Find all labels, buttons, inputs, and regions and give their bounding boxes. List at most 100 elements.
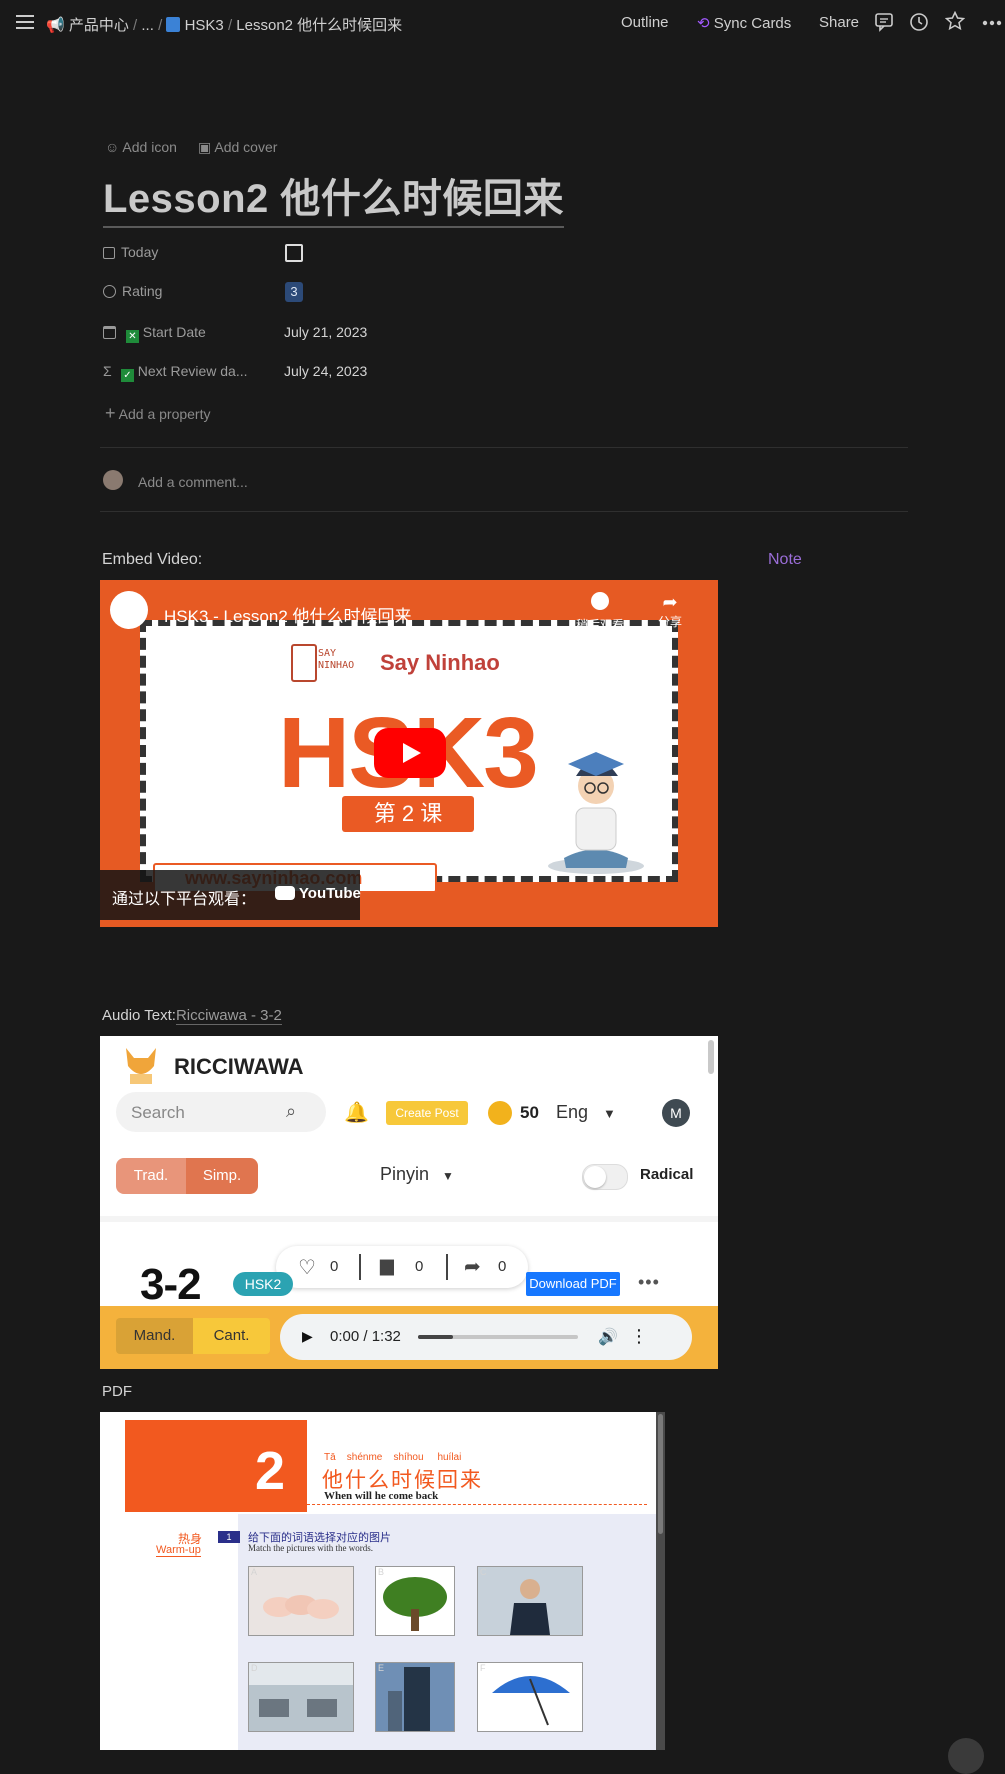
video-title[interactable]: HSK3 - Lesson2 他什么时候回来 <box>164 602 412 627</box>
select-icon <box>103 285 116 298</box>
plus-icon: + <box>105 403 116 423</box>
history-icon[interactable] <box>909 12 929 37</box>
radical-label: Radical <box>640 1166 694 1183</box>
shares-count: 0 <box>498 1258 507 1275</box>
audio-progress[interactable] <box>418 1335 578 1339</box>
picture-d: D <box>248 1662 354 1732</box>
video-embed[interactable]: SAY NINHAO Say Ninhao HSK3 第 2 课 HSK3 - … <box>100 580 718 927</box>
add-icon-button[interactable]: ☺ Add icon <box>105 139 177 155</box>
outline-button[interactable]: Outline <box>621 14 669 31</box>
embed-video-label: Embed Video: <box>102 551 203 568</box>
share-video-button[interactable]: ➦ 分享 <box>650 592 690 630</box>
lesson-number: 2 <box>255 1441 286 1501</box>
watch-on-label: 通过以下平台观看： <box>112 891 257 908</box>
ricciwawa-brand: RICCIWAWA <box>174 1054 304 1079</box>
page-title[interactable]: Lesson2 他什么时候回来 <box>103 166 564 228</box>
audio-text-link[interactable]: Ricciwawa - 3-2 <box>175 1007 282 1025</box>
megaphone-icon: 📢 <box>46 17 65 34</box>
rating-tag[interactable]: 3 <box>285 282 303 302</box>
scrollbar[interactable] <box>708 1040 714 1074</box>
pdf-viewer[interactable]: 2 Tā shénme shíhou huílai 他什么时候回来 When w… <box>100 1412 665 1750</box>
picture-b: B <box>375 1566 455 1636</box>
coin-icon <box>488 1101 512 1125</box>
title-english: When will he come back <box>324 1490 439 1502</box>
add-cover-button[interactable]: ▣ Add cover <box>198 139 277 156</box>
property-name: ✕ Start Date <box>103 324 206 343</box>
property-next-review[interactable]: Σ ✓ Next Review da... July 24, 2023 <box>103 357 603 387</box>
search-input[interactable]: Search ⌕ <box>116 1092 326 1132</box>
play-button[interactable] <box>374 728 446 778</box>
likes-count: 0 <box>330 1258 339 1275</box>
bell-icon[interactable]: 🔔 <box>344 1100 369 1125</box>
checkbox-icon <box>103 247 115 259</box>
audio-bar: Mand. Cant. ▶ 0:00 / 1:32 🔊 ⋮ <box>100 1306 718 1369</box>
youtube-logo: YouTube <box>275 885 361 902</box>
property-start-date[interactable]: ✕ Start Date July 21, 2023 <box>103 318 603 348</box>
breadcrumb-ellipsis[interactable]: ... <box>141 17 154 34</box>
title-pinyin: Tā shénme shíhou huílai <box>324 1452 462 1463</box>
divider <box>359 1254 361 1280</box>
comment-input[interactable]: Add a comment... <box>138 474 248 490</box>
picture-c: C <box>477 1566 583 1636</box>
comments-icon[interactable] <box>874 12 894 37</box>
radical-toggle[interactable] <box>582 1164 628 1190</box>
more-icon[interactable] <box>982 14 1002 32</box>
search-icon[interactable]: ⌕ <box>286 1101 296 1122</box>
pinyin-select[interactable]: Pinyin ▼ <box>380 1164 454 1185</box>
ricciwawa-embed[interactable]: RICCIWAWA Search ⌕ 🔔 Create Post 50 Eng … <box>100 1036 718 1369</box>
property-today[interactable]: Today <box>103 238 603 268</box>
divider <box>100 447 908 448</box>
title-divider <box>307 1504 647 1505</box>
comment-icon[interactable]: ▆ <box>380 1255 394 1276</box>
mandarin-button[interactable]: Mand. <box>116 1318 193 1354</box>
user-avatar[interactable]: M <box>662 1099 690 1127</box>
audio-time: 0:00 / 1:32 <box>330 1328 401 1345</box>
sync-cards-label: Sync Cards <box>713 15 792 32</box>
sync-cards-button[interactable]: ⟲ Sync Cards <box>697 14 791 32</box>
today-checkbox[interactable] <box>285 244 303 262</box>
breadcrumb-parent[interactable]: HSK3 <box>185 17 224 34</box>
simp-button[interactable]: Simp. <box>186 1158 258 1194</box>
help-button[interactable] <box>948 1738 984 1774</box>
share-button[interactable]: Share <box>819 14 859 31</box>
pdf-label: PDF <box>102 1383 132 1400</box>
image-icon: ▣ <box>198 139 212 155</box>
cantonese-button[interactable]: Cant. <box>193 1318 270 1354</box>
pdf-scrollbar[interactable] <box>656 1412 665 1750</box>
menu-icon[interactable] <box>16 14 34 30</box>
language-select[interactable]: Eng ▼ <box>556 1102 616 1123</box>
comments-count: 0 <box>415 1258 424 1275</box>
chevron-down-icon: ▼ <box>442 1169 454 1183</box>
create-post-button[interactable]: Create Post <box>386 1101 468 1125</box>
download-pdf-button[interactable]: Download PDF <box>526 1272 620 1296</box>
divider <box>100 1216 718 1222</box>
pdf-page: 2 Tā shénme shíhou huílai 他什么时候回来 When w… <box>100 1412 656 1750</box>
heart-icon[interactable]: ♡ <box>298 1255 316 1280</box>
picture-a: A <box>248 1566 354 1636</box>
watch-later-button[interactable]: 稍后观看 <box>570 592 630 633</box>
breadcrumb-current[interactable]: Lesson2 他什么时候回来 <box>236 17 402 34</box>
picture-e: E <box>375 1662 455 1732</box>
note-link[interactable]: Note <box>768 551 802 569</box>
play-icon[interactable]: ▶ <box>302 1328 313 1345</box>
trad-button[interactable]: Trad. <box>116 1158 186 1194</box>
volume-icon[interactable]: 🔊 <box>598 1327 618 1347</box>
audio-player: ▶ 0:00 / 1:32 🔊 ⋮ <box>280 1314 692 1360</box>
add-property-button[interactable]: + Add a property <box>105 403 210 424</box>
top-bar: 📢 产品中心 / ... / HSK3 / Lesson2 他什么时候回来 Ou… <box>0 0 1005 48</box>
more-vertical-icon[interactable]: ⋮ <box>630 1326 648 1347</box>
breadcrumb-workspace[interactable]: 产品中心 <box>69 17 129 34</box>
property-rating[interactable]: Rating 3 <box>103 277 603 307</box>
property-value[interactable]: July 24, 2023 <box>284 363 367 379</box>
share-icon[interactable]: ➦ <box>464 1254 481 1279</box>
watch-on-bar[interactable]: 通过以下平台观看： YouTube <box>100 870 361 920</box>
channel-avatar[interactable] <box>110 591 148 629</box>
hsk-level-badge[interactable]: HSK2 <box>233 1272 293 1296</box>
lesson-number: 3-2 <box>140 1260 202 1309</box>
calendar-icon <box>103 326 116 339</box>
dialect-toggle: Mand. Cant. <box>116 1318 270 1354</box>
lesson-badge: 第 2 课 <box>342 796 474 832</box>
star-icon[interactable] <box>944 10 966 36</box>
more-icon[interactable]: ••• <box>638 1272 660 1293</box>
property-value[interactable]: July 21, 2023 <box>284 324 367 340</box>
